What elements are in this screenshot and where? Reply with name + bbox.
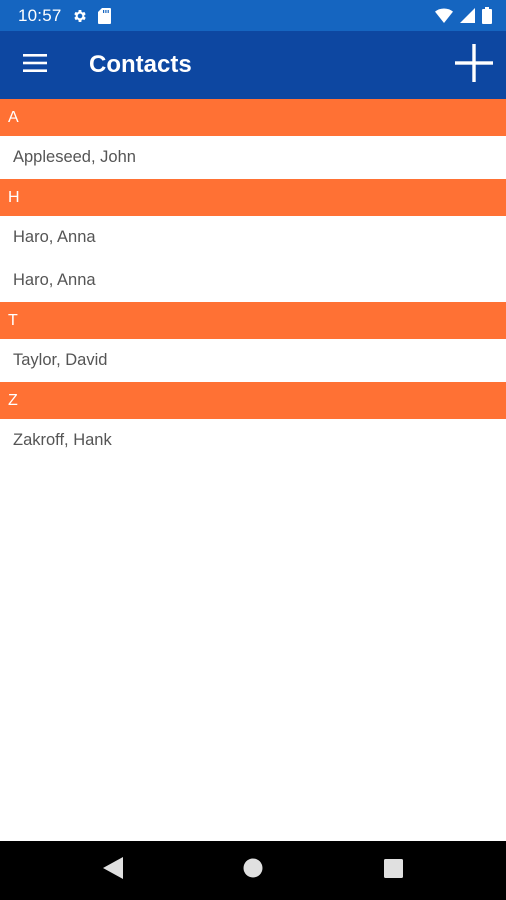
contact-row[interactable]: Zakroff, Hank (0, 419, 506, 462)
hamburger-menu-icon (23, 53, 47, 77)
contact-row[interactable]: Haro, Anna (0, 216, 506, 259)
plus-icon (455, 43, 493, 87)
sd-card-icon (97, 7, 111, 24)
screen: 10:57 Contacts A Appleseed, John H Haro,… (0, 0, 506, 900)
nav-bar (0, 841, 506, 900)
add-contact-button[interactable] (444, 31, 504, 99)
section-header-z: Z (0, 382, 506, 419)
recents-button[interactable] (323, 841, 463, 900)
section-header-t: T (0, 302, 506, 339)
contact-row[interactable]: Haro, Anna (0, 259, 506, 302)
back-icon (103, 857, 123, 884)
status-bar: 10:57 (0, 0, 506, 31)
contact-row[interactable]: Taylor, David (0, 339, 506, 382)
contact-list: A Appleseed, John H Haro, Anna Haro, Ann… (0, 99, 506, 462)
back-button[interactable] (43, 841, 183, 900)
section-header-h: H (0, 179, 506, 216)
menu-button[interactable] (0, 31, 70, 99)
signal-icon (460, 8, 475, 23)
wifi-icon (435, 8, 453, 23)
status-right (435, 7, 492, 24)
page-title: Contacts (89, 51, 192, 78)
contact-row[interactable]: Appleseed, John (0, 136, 506, 179)
battery-icon (482, 7, 492, 24)
status-time: 10:57 (18, 5, 62, 25)
status-left: 10:57 (18, 6, 111, 26)
app-bar: Contacts (0, 31, 506, 99)
recents-icon (383, 858, 403, 883)
section-header-a: A (0, 99, 506, 136)
gear-icon (72, 8, 88, 24)
home-icon (243, 858, 263, 883)
home-button[interactable] (183, 841, 323, 900)
